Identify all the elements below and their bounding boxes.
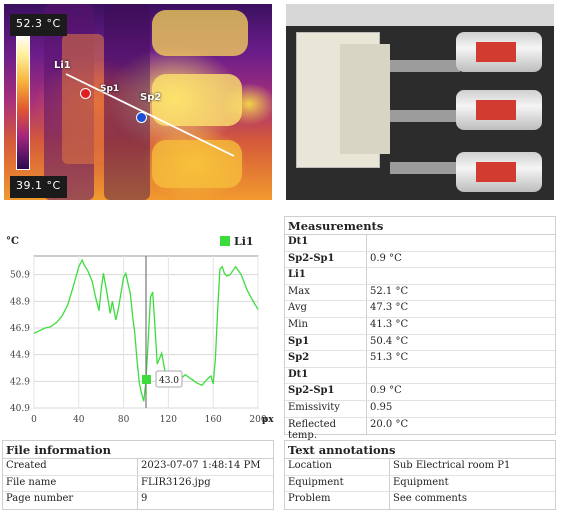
row-label: Created: [3, 459, 138, 475]
spot2-label: Sp2: [140, 92, 162, 103]
row-value: Sub Electrical room P1: [393, 460, 511, 471]
x-axis-label: px: [262, 415, 274, 425]
table-row: Max 52.1 °C: [285, 284, 555, 302]
row-label: Min: [285, 317, 367, 334]
row-label: Avg: [285, 301, 367, 317]
measurements-table: Measurements Dt1 Sp2-Sp1 0.9 °C Li1 Max 52.1 …: [284, 216, 556, 441]
table-row: Equipment Equipment: [285, 475, 555, 493]
row-value: See comments: [393, 493, 467, 505]
table-row: Emissivity 0.95: [285, 400, 555, 418]
x-tick-label: 80: [118, 415, 130, 425]
table-row: Li1: [285, 268, 555, 285]
measurements-title: Measurements: [285, 217, 555, 235]
table-row: Problem See comments: [285, 492, 555, 509]
table-row: Dt1: [285, 367, 555, 385]
x-tick-label: 120: [160, 415, 177, 425]
y-axis-label: °C: [6, 236, 19, 247]
text-annotations-title: Text annotations: [285, 441, 555, 459]
y-tick-label: 46.9: [10, 324, 30, 334]
y-tick-label: 42.9: [10, 377, 30, 387]
table-row: Location Sub Electrical room P1: [285, 459, 555, 476]
legend-label: Li1: [234, 235, 254, 248]
photo-busbar: [390, 162, 460, 174]
y-tick-label: 44.9: [10, 351, 30, 361]
row-value: [367, 368, 373, 384]
x-tick-label: 0: [31, 415, 37, 425]
spot1-label: Sp1: [100, 84, 120, 94]
row-value: 0.9 °C: [370, 385, 402, 397]
spot1-marker: [80, 88, 91, 99]
photo-breaker-plate: [340, 44, 390, 154]
photo-busbar: [390, 110, 460, 122]
row-label: Sp1: [285, 334, 367, 351]
photo-top-rail: [286, 4, 554, 26]
table-row: Sp2-Sp1 0.9 °C: [285, 384, 555, 401]
file-information-table: File information Created 2023-07-07 1:48:…: [2, 440, 274, 510]
row-value: [367, 235, 373, 251]
y-tick-label: 40.9: [10, 404, 30, 414]
row-value: 9: [141, 493, 148, 505]
row-label: Problem: [285, 492, 390, 509]
row-value: FLIR3126.jpg: [141, 476, 211, 488]
row-label: Sp2-Sp1: [285, 384, 367, 400]
table-row: Dt1: [285, 235, 555, 252]
row-value: 47.3 °C: [370, 302, 409, 314]
photo-busbar: [390, 60, 460, 72]
legend-swatch: [220, 236, 230, 246]
table-row: Sp2 51.3 °C: [285, 351, 555, 368]
file-information-title: File information: [3, 441, 273, 459]
row-value: 52.1 °C: [370, 285, 409, 297]
row-label: Location: [285, 459, 390, 475]
row-label: Page number: [3, 492, 138, 509]
row-value: 41.3 °C: [370, 318, 409, 330]
table-row: Min 41.3 °C: [285, 317, 555, 335]
row-label: Sp2: [285, 351, 367, 367]
table-row: Avg 47.3 °C: [285, 301, 555, 318]
table-row: Reflected temp. 20.0 °C: [285, 417, 555, 441]
row-label: Li1: [285, 268, 367, 284]
line-profile-chart: 40.9 42.9 44.9 46.9 48.9 50.9 0 40 80 120 160 200 °C…: [4, 228, 274, 434]
x-tick-label: 160: [205, 415, 222, 425]
spot2-marker: [136, 112, 147, 123]
cursor-value-label: 43.0: [159, 376, 179, 386]
row-value: [367, 268, 373, 284]
table-row: Sp1 50.4 °C: [285, 334, 555, 352]
table-row: Created 2023-07-07 1:48:14 PM: [3, 459, 273, 476]
row-value: 2023-07-07 1:48:14 PM: [141, 460, 261, 471]
row-value: 20.0 °C: [370, 418, 409, 430]
table-row: File name FLIR3126.jpg: [3, 475, 273, 493]
row-label: Dt1: [285, 367, 367, 384]
row-label: Equipment: [285, 475, 390, 492]
row-value: 0.9 °C: [370, 252, 402, 264]
y-tick-label: 48.9: [10, 297, 30, 307]
row-value: 50.4 °C: [370, 335, 409, 347]
photo-fuse: [456, 90, 542, 130]
row-value: Equipment: [393, 476, 449, 488]
row-label: Sp2-Sp1: [285, 251, 367, 268]
text-annotations-table: Text annotations Location Sub Electrical …: [284, 440, 556, 510]
row-value: 51.3 °C: [370, 352, 409, 364]
photo-fuse: [456, 32, 542, 72]
cursor-marker: [142, 375, 151, 384]
photo-fuse: [456, 152, 542, 192]
row-label: Max: [285, 284, 367, 301]
measurement-line: [65, 73, 235, 157]
y-tick-label: 50.9: [10, 271, 30, 281]
x-tick-label: 40: [73, 415, 85, 425]
row-label: Emissivity: [285, 400, 367, 417]
row-label: Dt1: [285, 235, 367, 251]
table-row: Sp2-Sp1 0.9 °C: [285, 251, 555, 269]
table-row: Page number 9: [3, 492, 273, 509]
line-label: Li1: [54, 60, 71, 71]
row-label: File name: [3, 475, 138, 492]
row-label: Reflected temp.: [285, 417, 367, 441]
visual-photo: [286, 4, 554, 200]
row-value: 0.95: [370, 401, 393, 413]
chart-svg: 40.942.944.946.948.950.90 40 80 120 160 200°C…: [6, 235, 274, 425]
thermal-image: 52.3 °C 39.1 °C Li1 Sp2 Sp1: [4, 4, 272, 200]
